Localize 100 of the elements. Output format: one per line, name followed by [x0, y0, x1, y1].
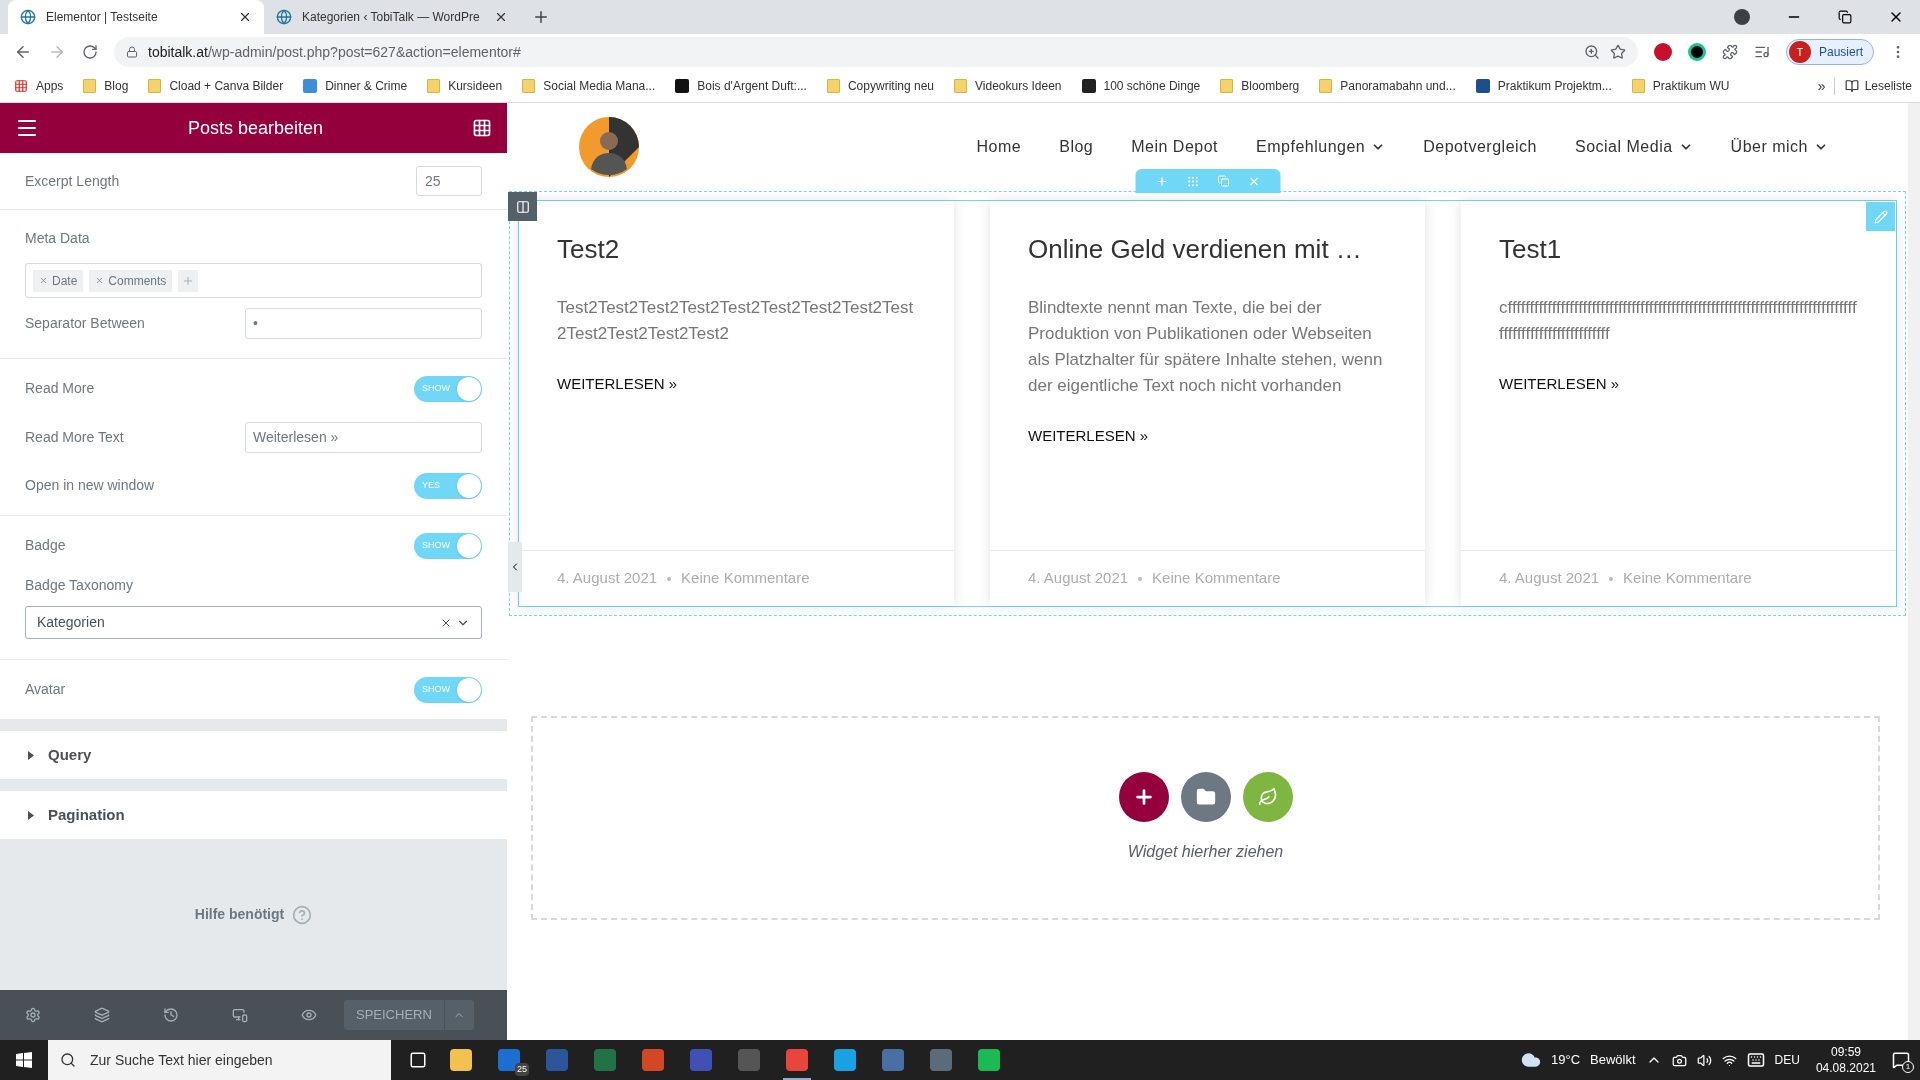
language-indicator[interactable]: DEU	[1774, 1051, 1800, 1069]
read-more-link[interactable]: WEITERLESEN »	[1028, 425, 1387, 448]
extension-icon[interactable]	[1687, 43, 1706, 61]
app-icon[interactable]	[450, 1049, 472, 1071]
post-excerpt: Test2Test2Test2Test2Test2Test2Test2Test2Test2Test2Test2Test2Test2	[557, 297, 915, 345]
template-button[interactable]	[1180, 772, 1231, 822]
nav-link[interactable]: Blog	[1059, 135, 1094, 159]
wifi-icon[interactable]	[1721, 1052, 1737, 1068]
bookmark-item[interactable]: Bois d'Argent Duft:...	[669, 73, 813, 99]
widgets-grid-icon[interactable]	[472, 118, 492, 138]
bookmark-item[interactable]: Panoramabahn und...	[1313, 73, 1462, 99]
bookmark-item[interactable]: Kursideen	[421, 73, 509, 99]
reload-icon[interactable]	[82, 44, 98, 60]
control-label: Read More	[25, 379, 95, 398]
cloud-icon	[1521, 1050, 1541, 1070]
notification-count: 1	[1902, 1061, 1914, 1073]
remove-icon[interactable]	[39, 276, 48, 285]
layers-icon[interactable]	[94, 1007, 110, 1023]
bookmark-item[interactable]: Social Media Mana...	[516, 73, 662, 99]
keyboard-icon[interactable]	[1746, 1051, 1765, 1069]
tags-field[interactable]: Date Comments	[25, 263, 482, 298]
close-tab-icon[interactable]	[238, 10, 252, 24]
plus-icon	[182, 274, 195, 287]
column-handle[interactable]	[508, 192, 537, 221]
search-icon	[60, 1052, 76, 1068]
bookmark-item[interactable]: Blog	[77, 73, 135, 99]
envato-button[interactable]	[1242, 772, 1293, 822]
apps-grid-icon	[14, 79, 28, 93]
windows-icon[interactable]	[16, 1052, 32, 1068]
reading-list-button[interactable]: Leseliste	[1833, 77, 1912, 95]
app-icon[interactable]	[930, 1049, 952, 1071]
bookmark-item[interactable]: Copywriting neu	[820, 73, 940, 99]
section-header[interactable]: Pagination	[0, 791, 507, 839]
bookmark-item[interactable]: Praktikum WU	[1625, 73, 1736, 99]
collapse-handle[interactable]	[508, 542, 522, 592]
section-header[interactable]: Query	[0, 731, 507, 779]
read-more-link[interactable]: WEITERLESEN »	[1499, 373, 1858, 396]
read-more-link[interactable]: WEITERLESEN »	[557, 373, 916, 396]
preview-icon[interactable]	[301, 1007, 317, 1023]
post-title[interactable]: Online Geld verdienen mit …	[1028, 229, 1387, 269]
puzzle-icon[interactable]	[1721, 44, 1738, 60]
text-field[interactable]: Weiterlesen »	[245, 421, 482, 453]
nav-link[interactable]: Social Media	[1575, 135, 1693, 159]
responsive-icon[interactable]	[232, 1007, 248, 1023]
notifications-icon[interactable]	[1892, 1051, 1910, 1069]
app-icon[interactable]	[786, 1049, 808, 1071]
help-link[interactable]: Hilfe benötigt	[194, 904, 285, 925]
clock[interactable]: 09:59 04.08.2021	[1809, 1044, 1882, 1076]
post-title[interactable]: Test2	[557, 229, 916, 269]
tab-search-icon[interactable]	[1734, 9, 1750, 25]
browser-tab[interactable]: Kategorien ‹ TobiTalk — WordPre	[264, 0, 520, 34]
close-tab-icon[interactable]	[494, 10, 508, 24]
app-icon[interactable]	[978, 1049, 1000, 1071]
new-tab-icon[interactable]	[532, 8, 550, 26]
media-icon[interactable]	[1753, 44, 1770, 60]
app-icon[interactable]	[834, 1049, 856, 1071]
restore-icon[interactable]	[1838, 10, 1852, 24]
nav-link[interactable]: Home	[976, 135, 1022, 159]
control-label: Badge Taxonomy	[25, 576, 134, 595]
bookmark-item[interactable]: Dinner & Crime	[297, 73, 414, 99]
post-title[interactable]: Test1	[1499, 229, 1858, 269]
post-excerpt: Blindtexte nennt man Texte, die bei der Produktion von Publikationen oder Webseiten als Platzhalter für spätere Inhalte stehen, wenn der eigentliche Text noch nicht vorhanden	[1028, 297, 1384, 397]
bookmark-item[interactable]: Videokurs Ideen	[948, 73, 1068, 99]
tag-chip[interactable]: Comments	[89, 269, 173, 292]
lock-icon	[126, 46, 138, 58]
nav-link[interactable]: Über mich	[1730, 135, 1828, 159]
browser-tab[interactable]: Elementor | Testseite	[8, 0, 264, 34]
drop-hint: Widget hierher ziehen	[1127, 842, 1284, 862]
task-view-icon[interactable]	[409, 1051, 427, 1069]
number-field[interactable]: 25	[416, 166, 482, 196]
bookmark-item[interactable]: Apps	[8, 73, 70, 99]
taskbar-search-field[interactable]: Zur Suche Text hier eingeben	[48, 1040, 391, 1080]
bookmark-item[interactable]: Praktikum Projektm...	[1469, 73, 1618, 99]
avatar-image	[579, 117, 639, 177]
back-icon[interactable]	[14, 43, 32, 61]
folder-icon	[427, 79, 441, 93]
leaf-icon	[1257, 787, 1278, 807]
zoom-icon[interactable]	[1583, 44, 1600, 60]
bookmark-item[interactable]: Cload + Canva Bilder	[142, 73, 290, 99]
nav-link[interactable]: Empfehlungen	[1256, 135, 1386, 159]
remove-icon[interactable]	[95, 276, 105, 285]
select-field[interactable]: Kategorien	[25, 606, 482, 639]
nav-link[interactable]: Mein Depot	[1131, 135, 1219, 159]
volume-icon[interactable]	[1696, 1052, 1712, 1068]
bookmark-item[interactable]: Bloomberg	[1214, 73, 1306, 99]
post-date: 4. August 2021	[1499, 568, 1600, 589]
app-icon[interactable]	[882, 1049, 904, 1071]
nav-link[interactable]: Depotvergleich	[1423, 135, 1537, 159]
bookmark-star-icon[interactable]	[1609, 44, 1626, 60]
history-icon[interactable]	[163, 1007, 179, 1023]
add-section-button[interactable]	[1118, 772, 1169, 822]
app-icon[interactable]	[642, 1049, 664, 1071]
camera-icon[interactable]	[1671, 1052, 1687, 1068]
text-field[interactable]: •	[245, 307, 482, 339]
more-bookmarks-icon[interactable]: »	[1817, 75, 1826, 97]
settings-icon[interactable]	[25, 1007, 41, 1023]
profile-button[interactable]: T Pausiert	[1785, 39, 1874, 65]
bookmark-item[interactable]: 100 schöne Dinge	[1075, 73, 1207, 99]
address-bar[interactable]: tobitalk.at/wp-admin/post.php?post=627&action=elementor#	[114, 37, 1638, 67]
tag-chip[interactable]: Date	[33, 269, 84, 292]
